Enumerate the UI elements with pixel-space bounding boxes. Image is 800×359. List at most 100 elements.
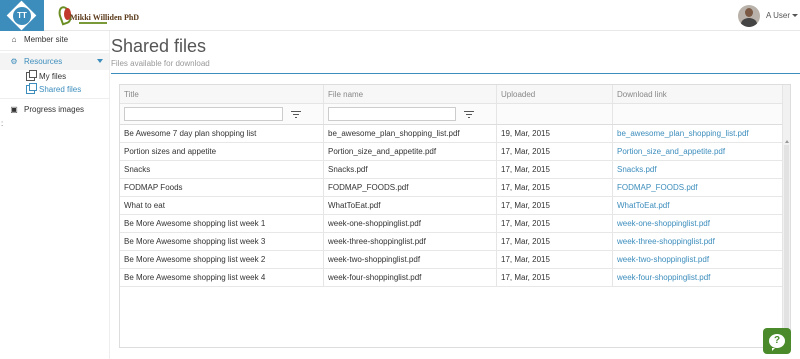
- avatar: [737, 4, 760, 27]
- help-button[interactable]: ?: [763, 328, 791, 354]
- download-link[interactable]: week-one-shoppinglist.pdf: [613, 215, 783, 232]
- resize-handle-icon[interactable]: :: [1, 119, 3, 128]
- table-body-area: Title File name Uploaded Download link B…: [120, 85, 783, 347]
- table-row: Be Awesome 7 day plan shopping list be_aw…: [120, 125, 783, 143]
- app-logo[interactable]: TT: [0, 0, 44, 31]
- cell-title: Be More Awesome shopping list week 4: [120, 269, 324, 286]
- files-icon: [26, 70, 37, 81]
- cell-file-name: week-two-shoppinglist.pdf: [324, 251, 497, 268]
- table-filter-row: [120, 104, 783, 125]
- page-title: Shared files: [111, 36, 207, 56]
- title-filter: [120, 104, 324, 124]
- uploaded-filter: [497, 104, 613, 124]
- cell-file-name: WhatToEat.pdf: [324, 197, 497, 214]
- cell-uploaded: 17, Mar, 2015: [497, 269, 613, 286]
- sidebar-item-progress-images[interactable]: ▣ Progress images: [0, 101, 109, 118]
- sidebar: ⌂ Member site ⚙ Resources My files Share…: [0, 31, 110, 359]
- files-icon: [26, 83, 37, 94]
- cogs-icon: ⚙: [10, 57, 18, 66]
- sidebar-subitem-my-files[interactable]: My files: [0, 70, 109, 83]
- sidebar-subitem-shared-files[interactable]: Shared files: [0, 83, 109, 96]
- table-row: Portion sizes and appetite Portion_size_a…: [120, 143, 783, 161]
- table-row: Snacks Snacks.pdf 17, Mar, 2015 Snacks.pdf: [120, 161, 783, 179]
- download-link[interactable]: be_awesome_plan_shopping_list.pdf: [613, 125, 783, 142]
- cell-file-name: week-four-shoppinglist.pdf: [324, 269, 497, 286]
- title-divider: [111, 73, 800, 74]
- cell-file-name: be_awesome_plan_shopping_list.pdf: [324, 125, 497, 142]
- sidebar-item-label: Resources: [24, 57, 63, 66]
- download-filter: [613, 104, 783, 124]
- cell-file-name: Portion_size_and_appetite.pdf: [324, 143, 497, 160]
- divider: [0, 98, 109, 99]
- scrollbar-thumb[interactable]: [784, 145, 789, 345]
- scroll-up-icon[interactable]: [785, 140, 789, 143]
- table-row: Be More Awesome shopping list week 2 week…: [120, 251, 783, 269]
- cell-title: What to eat: [120, 197, 324, 214]
- table-row: FODMAP Foods FODMAP_FOODS.pdf 17, Mar, 201…: [120, 179, 783, 197]
- top-bar: TT Mikki Williden PhD A User: [0, 0, 800, 31]
- column-header-title[interactable]: Title: [120, 85, 324, 103]
- main-content: Shared files Files available for downloa…: [111, 31, 800, 359]
- cell-file-name: week-one-shoppinglist.pdf: [324, 215, 497, 232]
- brand-logo[interactable]: Mikki Williden PhD: [56, 4, 139, 26]
- download-link[interactable]: Portion_size_and_appetite.pdf: [613, 143, 783, 160]
- brand-underline: [79, 22, 107, 24]
- cell-uploaded: 17, Mar, 2015: [497, 143, 613, 160]
- table-row: Be More Awesome shopping list week 3 week…: [120, 233, 783, 251]
- download-link[interactable]: FODMAP_FOODS.pdf: [613, 179, 783, 196]
- cell-title: Snacks: [120, 161, 324, 178]
- cell-uploaded: 17, Mar, 2015: [497, 215, 613, 232]
- download-link[interactable]: WhatToEat.pdf: [613, 197, 783, 214]
- filter-icon[interactable]: [291, 110, 301, 119]
- cell-title: Be More Awesome shopping list week 1: [120, 215, 324, 232]
- sidebar-subitem-label: My files: [39, 72, 67, 81]
- download-link[interactable]: week-three-shoppinglist.pdf: [613, 233, 783, 250]
- logo-initials: TT: [13, 7, 31, 25]
- table-header-row: Title File name Uploaded Download link: [120, 85, 783, 104]
- file-name-filter: [324, 104, 497, 124]
- image-icon: ▣: [10, 105, 18, 114]
- cell-title: Be More Awesome shopping list week 2: [120, 251, 324, 268]
- cell-title: Be More Awesome shopping list week 3: [120, 233, 324, 250]
- file-name-filter-input[interactable]: [328, 107, 456, 121]
- sidebar-item-label: Member site: [24, 35, 69, 44]
- home-icon: ⌂: [11, 35, 17, 44]
- cell-uploaded: 17, Mar, 2015: [497, 251, 613, 268]
- download-link[interactable]: week-four-shoppinglist.pdf: [613, 269, 783, 286]
- sidebar-subitem-label: Shared files: [39, 85, 82, 94]
- cell-title: Portion sizes and appetite: [120, 143, 324, 160]
- cell-file-name: Snacks.pdf: [324, 161, 497, 178]
- brand-wordmark: Mikki Williden PhD: [70, 13, 140, 22]
- column-header-download-link[interactable]: Download link: [613, 85, 783, 103]
- help-icon: ?: [769, 334, 785, 351]
- sidebar-item-label: Progress images: [24, 105, 85, 114]
- user-name: A User: [765, 11, 790, 20]
- table-rows: Be Awesome 7 day plan shopping list be_aw…: [120, 125, 783, 287]
- filter-icon[interactable]: [464, 110, 474, 119]
- download-link[interactable]: week-two-shoppinglist.pdf: [613, 251, 783, 268]
- table-row: Be More Awesome shopping list week 4 week…: [120, 269, 783, 287]
- cell-uploaded: 17, Mar, 2015: [497, 197, 613, 214]
- cell-uploaded: 19, Mar, 2015: [497, 125, 613, 142]
- sidebar-item-resources[interactable]: ⚙ Resources: [0, 53, 109, 70]
- page-subtitle: Files available for download: [111, 59, 210, 68]
- chevron-down-icon: [792, 14, 798, 17]
- download-link[interactable]: Snacks.pdf: [613, 161, 783, 178]
- user-menu[interactable]: A User: [737, 0, 800, 31]
- cell-file-name: week-three-shoppinglist.pdf: [324, 233, 497, 250]
- cell-uploaded: 17, Mar, 2015: [497, 161, 613, 178]
- column-header-file-name[interactable]: File name: [324, 85, 497, 103]
- cell-uploaded: 17, Mar, 2015: [497, 233, 613, 250]
- chevron-down-icon: [97, 59, 103, 63]
- sidebar-item-member-site[interactable]: ⌂ Member site: [0, 31, 109, 48]
- shared-files-table: Title File name Uploaded Download link B…: [119, 84, 791, 348]
- cell-title: Be Awesome 7 day plan shopping list: [120, 125, 324, 142]
- divider: [0, 50, 109, 51]
- vertical-scrollbar[interactable]: [782, 85, 790, 347]
- cell-uploaded: 17, Mar, 2015: [497, 179, 613, 196]
- table-row: Be More Awesome shopping list week 1 week…: [120, 215, 783, 233]
- title-filter-input[interactable]: [124, 107, 283, 121]
- cell-file-name: FODMAP_FOODS.pdf: [324, 179, 497, 196]
- table-row: What to eat WhatToEat.pdf 17, Mar, 2015 Wha…: [120, 197, 783, 215]
- column-header-uploaded[interactable]: Uploaded: [497, 85, 613, 103]
